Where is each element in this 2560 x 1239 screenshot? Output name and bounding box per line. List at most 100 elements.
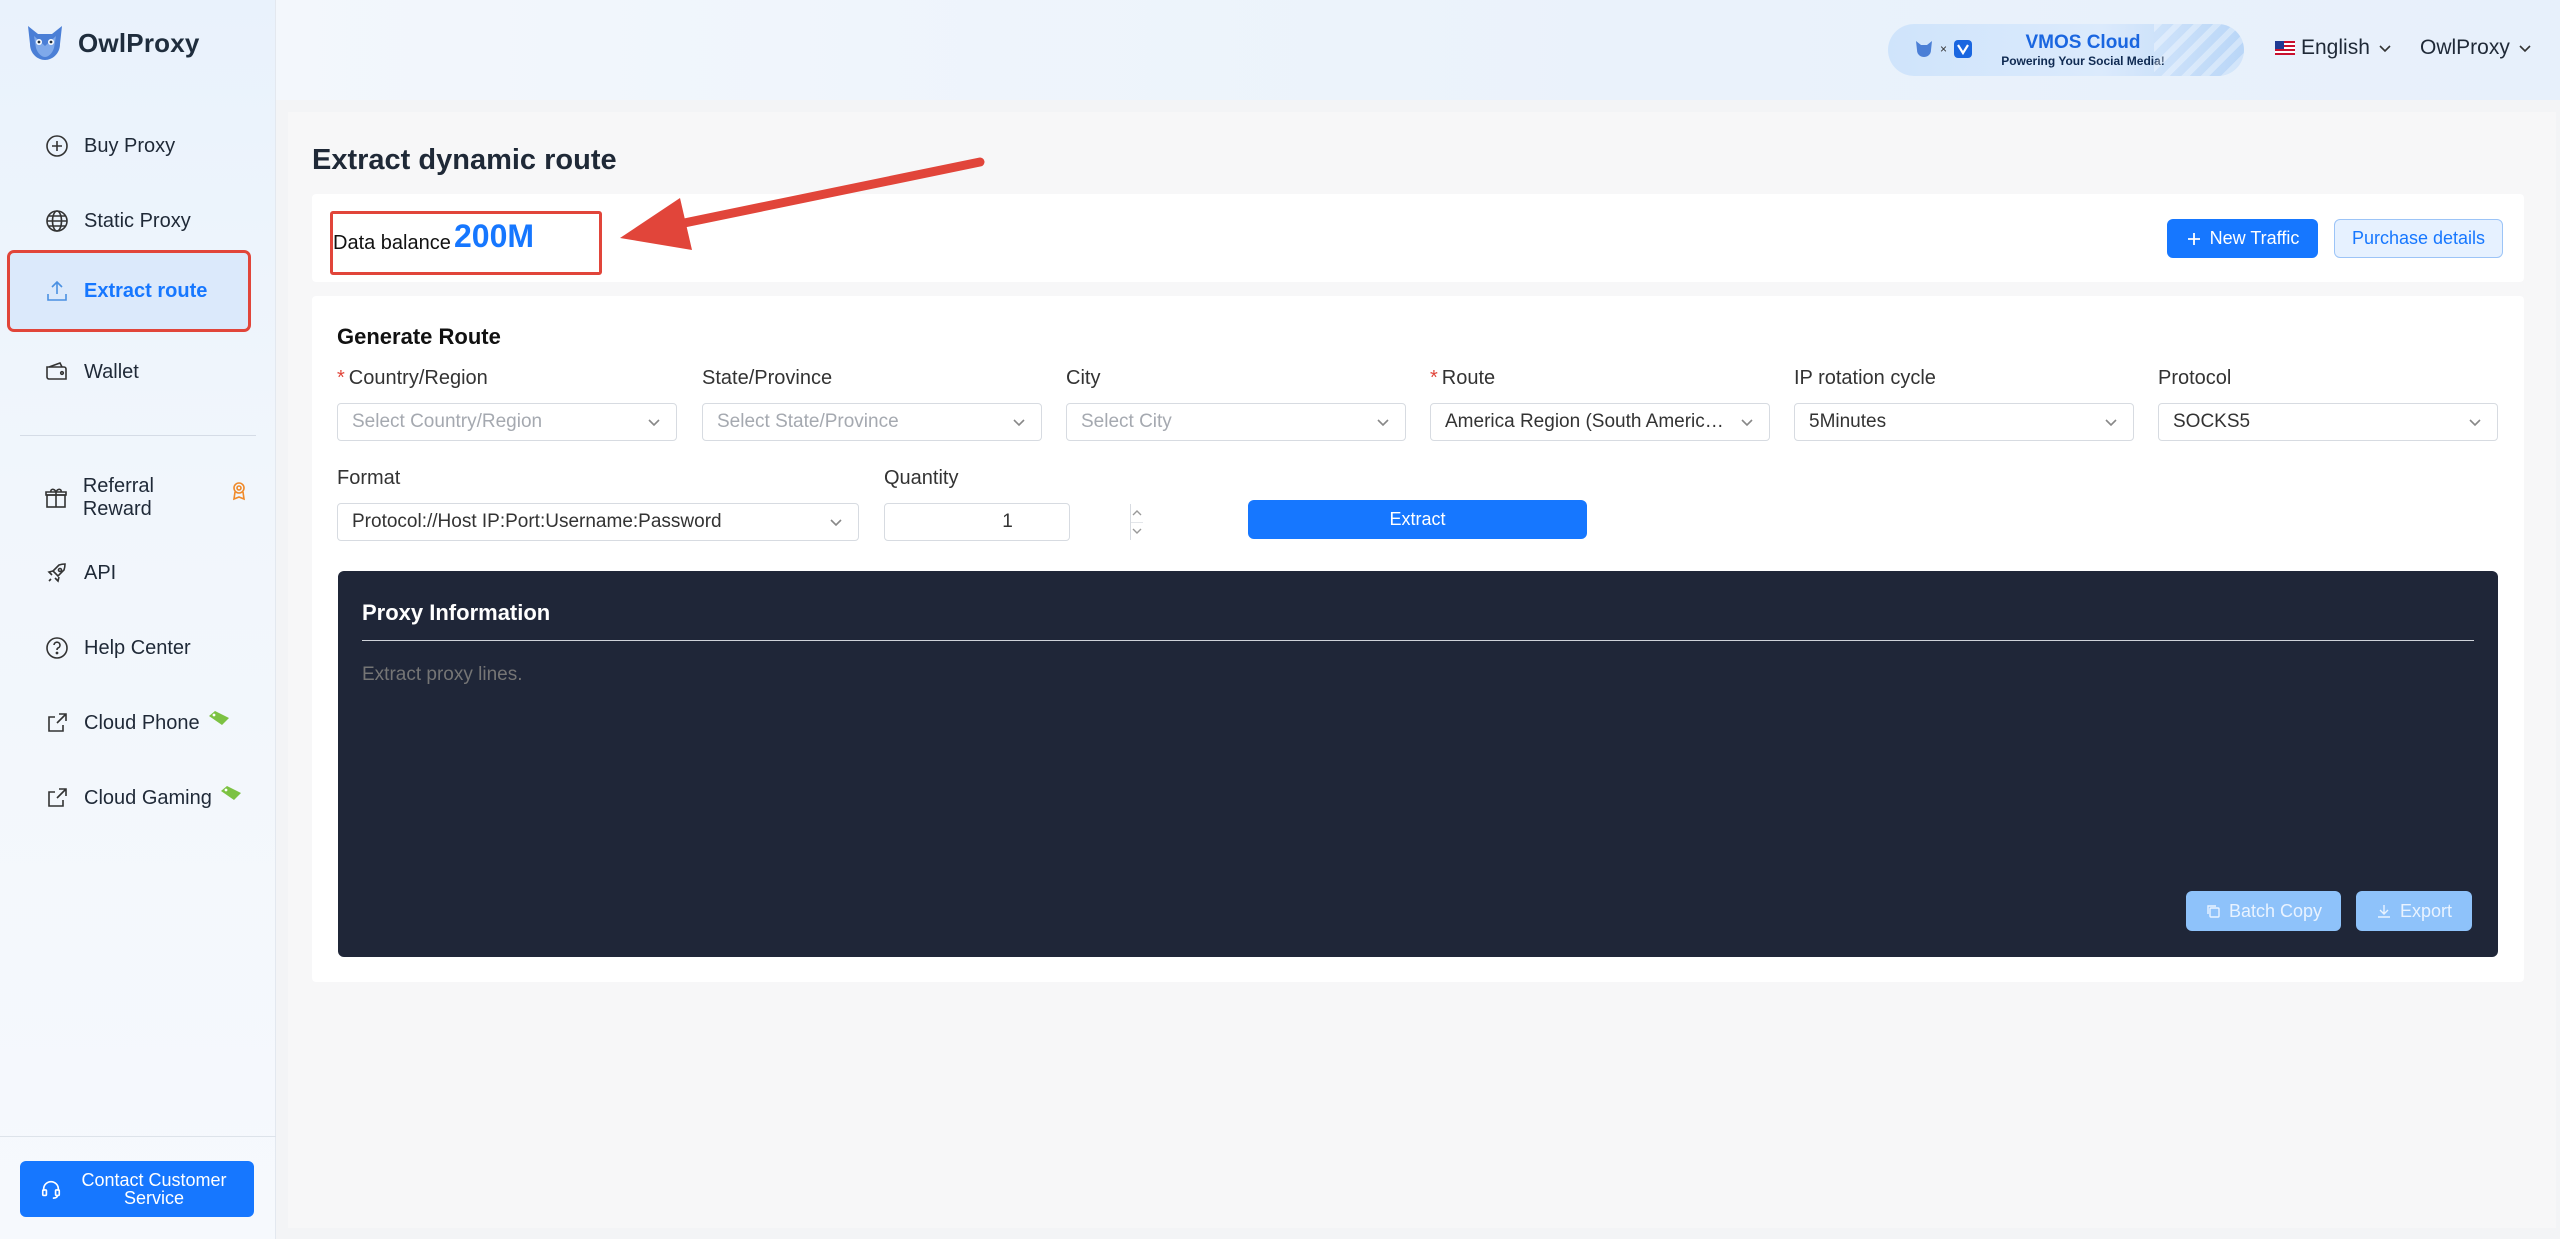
sidebar-item-label: Static Proxy bbox=[84, 209, 191, 232]
sidebar-item-label: Referral Reward bbox=[82, 475, 154, 520]
format-label: Format bbox=[337, 467, 401, 489]
sidebar-item-cloud-gaming[interactable]: Cloud Gaming bbox=[10, 760, 248, 836]
country-select[interactable]: Select Country/Region bbox=[337, 403, 677, 441]
page-title: Extract dynamic route bbox=[312, 144, 617, 176]
proxy-lines-textarea[interactable] bbox=[362, 652, 2474, 878]
chevron-down-icon bbox=[2519, 45, 2531, 53]
sidebar-item-label: Extract route bbox=[84, 279, 208, 302]
chevron-up-icon bbox=[1132, 509, 1142, 516]
protocol-label: Protocol bbox=[2158, 367, 2232, 389]
times-icon: × bbox=[1940, 42, 1948, 56]
extract-button[interactable]: Extract bbox=[1248, 500, 1587, 539]
state-select[interactable]: Select State/Province bbox=[702, 403, 1042, 441]
section-title: Generate Route bbox=[337, 324, 501, 349]
route-label: * Route bbox=[1430, 367, 1495, 390]
protocol-select[interactable]: SOCKS5 bbox=[2158, 403, 2498, 441]
sidebar-item-label: API bbox=[84, 561, 117, 584]
sidebar-item-label: Help Center bbox=[84, 636, 191, 659]
batch-copy-button[interactable]: Batch Copy bbox=[2186, 891, 2341, 931]
rotation-value: 5Minutes bbox=[1809, 411, 1887, 432]
sidebar-item-buy-proxy[interactable]: Buy Proxy bbox=[10, 108, 248, 184]
banner-decoration bbox=[2154, 24, 2244, 76]
required-marker: * bbox=[337, 367, 345, 389]
format-value: Protocol://Host IP:Port:Username:Passwor… bbox=[352, 511, 722, 532]
user-menu[interactable]: OwlProxy bbox=[2420, 36, 2532, 60]
language-selector[interactable]: English bbox=[2275, 36, 2392, 60]
plus-icon bbox=[2187, 232, 2200, 245]
sidebar-item-referral-reward[interactable]: Referral Reward bbox=[10, 460, 248, 536]
upload-icon bbox=[44, 278, 70, 304]
sidebar-item-help-center[interactable]: Help Center bbox=[10, 610, 248, 686]
owl-mini-icon bbox=[1916, 41, 1932, 57]
city-placeholder: Select City bbox=[1081, 411, 1172, 432]
sidebar-item-static-proxy[interactable]: Static Proxy bbox=[10, 183, 248, 259]
us-flag-icon bbox=[2275, 41, 2295, 55]
quantity-input[interactable] bbox=[885, 504, 1130, 540]
quantity-label: Quantity bbox=[884, 467, 959, 489]
tag-icon bbox=[208, 710, 230, 726]
purchase-details-button[interactable]: Purchase details bbox=[2334, 219, 2503, 258]
quantity-stepper[interactable] bbox=[884, 503, 1143, 541]
sidebar-divider bbox=[0, 1136, 276, 1137]
rotation-label: IP rotation cycle bbox=[1794, 367, 1936, 389]
sidebar-item-label: Wallet bbox=[84, 360, 139, 383]
tag-icon bbox=[220, 785, 242, 801]
chevron-down-icon bbox=[1741, 419, 1753, 427]
download-icon bbox=[2377, 905, 2390, 918]
decrement-button[interactable] bbox=[1131, 523, 1143, 541]
sidebar-item-wallet[interactable]: Wallet bbox=[10, 334, 248, 410]
sidebar-item-cloud-phone[interactable]: Cloud Phone bbox=[10, 685, 248, 761]
chevron-down-icon bbox=[1013, 419, 1025, 427]
proxy-information-title: Proxy Information bbox=[362, 600, 551, 625]
increment-button[interactable] bbox=[1131, 504, 1143, 523]
city-select[interactable]: Select City bbox=[1066, 403, 1406, 441]
banner-title: VMOS Cloud bbox=[2025, 32, 2141, 53]
plus-circle-icon bbox=[44, 133, 70, 159]
batch-copy-label: Batch Copy bbox=[2228, 900, 2323, 921]
sidebar-divider bbox=[20, 435, 256, 436]
extract-label: Extract bbox=[1389, 509, 1446, 529]
chevron-down-icon bbox=[2105, 419, 2117, 427]
rotation-select[interactable]: 5Minutes bbox=[1794, 403, 2134, 441]
new-traffic-button[interactable]: New Traffic bbox=[2167, 219, 2318, 258]
format-select[interactable]: Protocol://Host IP:Port:Username:Passwor… bbox=[337, 503, 859, 541]
sidebar-item-api[interactable]: API bbox=[10, 535, 248, 611]
copy-icon bbox=[2207, 905, 2220, 918]
export-button[interactable]: Export bbox=[2356, 891, 2472, 931]
balance-value: 200M bbox=[454, 218, 535, 254]
gift-icon bbox=[44, 485, 69, 511]
vmos-cloud-banner[interactable]: × VMOS Cloud Powering Your Social Media! bbox=[1888, 24, 2244, 76]
award-badge-icon bbox=[230, 481, 248, 501]
headset-icon bbox=[41, 1180, 61, 1199]
wallet-icon bbox=[44, 359, 70, 385]
route-select[interactable]: America Region (South America... bbox=[1430, 403, 1770, 441]
chevron-down-icon bbox=[1132, 528, 1142, 535]
external-link-icon bbox=[44, 785, 70, 811]
balance-label: Data balance bbox=[333, 232, 451, 254]
app-name: OwlProxy bbox=[78, 27, 200, 58]
sidebar-item-label: Buy Proxy bbox=[84, 134, 176, 157]
sidebar-item-extract-route[interactable]: Extract route bbox=[7, 250, 251, 332]
rocket-icon bbox=[44, 560, 70, 586]
state-label: State/Province bbox=[702, 367, 833, 389]
export-label: Export bbox=[2399, 900, 2453, 921]
banner-subtitle: Powering Your Social Media! bbox=[2001, 54, 2165, 68]
logo[interactable]: OwlProxy bbox=[24, 22, 200, 64]
contact-customer-service-button[interactable]: Contact Customer Service bbox=[20, 1161, 254, 1217]
sidebar: OwlProxy Buy Proxy Static Proxy Extract … bbox=[0, 0, 276, 1239]
question-circle-icon bbox=[44, 635, 70, 661]
external-link-icon bbox=[44, 710, 70, 736]
country-label: * Country/Region bbox=[337, 367, 488, 390]
city-label: City bbox=[1066, 367, 1101, 389]
chevron-down-icon bbox=[2469, 419, 2481, 427]
sidebar-item-label: Cloud Phone bbox=[84, 711, 200, 734]
user-name: OwlProxy bbox=[2420, 36, 2510, 59]
purchase-details-label: Purchase details bbox=[2351, 228, 2486, 248]
new-traffic-label: New Traffic bbox=[2209, 228, 2300, 248]
chevron-down-icon bbox=[830, 519, 842, 527]
required-marker: * bbox=[1430, 367, 1438, 389]
globe-icon bbox=[44, 208, 70, 234]
proxy-divider bbox=[362, 640, 2474, 641]
chevron-down-icon bbox=[648, 419, 660, 427]
country-label-text: Country/Region bbox=[348, 367, 488, 389]
